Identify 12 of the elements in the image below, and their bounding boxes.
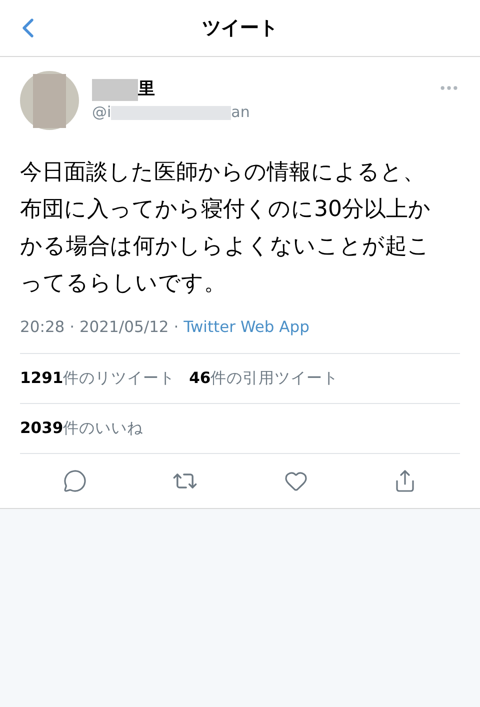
tweet-text: 今日面談した医師からの情報によると、布団に入ってから寝付くのに30分以上かかる場合は何かしらよくないことが起こってるらしいです。 xyxy=(19,159,432,298)
retweet-count[interactable]: 46件の引用ツイート xyxy=(189,367,339,390)
user-handle: @i xyxy=(92,102,112,124)
user-name: 里 xyxy=(138,78,155,101)
like-count[interactable]: 2039件のいいね xyxy=(20,417,144,440)
reply-icon[interactable] xyxy=(62,469,87,494)
retweet-count[interactable]: 1291件のリツイート xyxy=(20,367,176,390)
tweet-timestamp: 20:28 · 2021/05/12 · xyxy=(20,318,180,336)
page-title: ツイート xyxy=(202,16,278,41)
user-handle: an xyxy=(231,102,250,124)
like-icon[interactable] xyxy=(284,469,308,494)
blur-mask xyxy=(92,78,138,100)
